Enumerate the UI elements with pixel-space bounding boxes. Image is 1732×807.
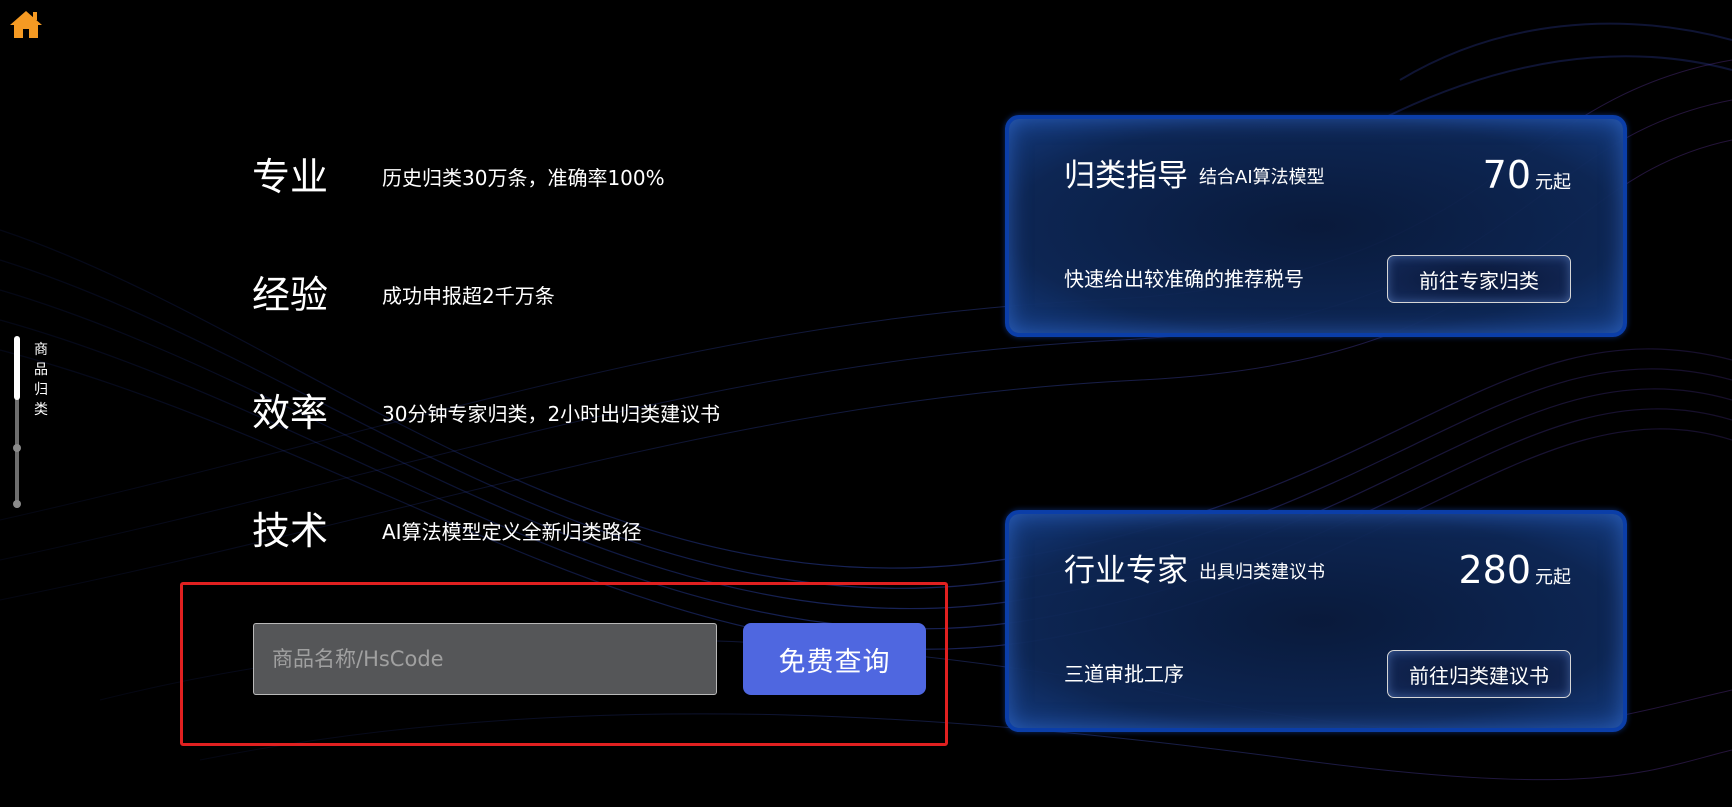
go-classification-report-button[interactable]: 前往归类建议书 [1387, 650, 1571, 698]
feature-desc: 30分钟专家归类，2小时出归类建议书 [382, 402, 721, 426]
page: 商品归类 专业 历史归类30万条，准确率100% 经验 成功申报超2千万条 效率… [0, 0, 1732, 807]
card-subtitle: 出具归类建议书 [1199, 562, 1325, 583]
card-desc: 三道审批工序 [1064, 662, 1184, 686]
card-title: 行业专家 [1064, 553, 1188, 589]
home-icon[interactable] [8, 8, 44, 40]
side-nav-active-indicator [14, 336, 20, 400]
card-classification-guidance: 归类指导 结合AI算法模型 70 元起 快速给出较准确的推荐税号 前往专家归类 [1005, 115, 1627, 337]
card-title: 归类指导 [1064, 158, 1188, 194]
card-price-unit: 元起 [1535, 567, 1571, 588]
feature-title: 专业 [252, 155, 329, 199]
go-expert-classification-button[interactable]: 前往专家归类 [1387, 255, 1571, 303]
side-nav-item-product-classification[interactable]: 商品归类 [32, 340, 50, 420]
card-price-unit: 元起 [1535, 172, 1571, 193]
search-input[interactable] [253, 623, 717, 695]
card-desc: 快速给出较准确的推荐税号 [1064, 267, 1304, 291]
feature-desc: 历史归类30万条，准确率100% [382, 166, 665, 190]
feature-desc: 成功申报超2千万条 [382, 284, 555, 308]
free-query-button[interactable]: 免费查询 [743, 623, 926, 695]
feature-title: 效率 [252, 391, 329, 435]
card-price: 280 元起 [1458, 546, 1571, 594]
side-nav-dot[interactable] [13, 444, 21, 452]
side-nav: 商品归类 [12, 336, 52, 512]
card-industry-expert: 行业专家 出具归类建议书 280 元起 三道审批工序 前往归类建议书 [1005, 510, 1627, 732]
feature-desc: AI算法模型定义全新归类路径 [382, 520, 642, 544]
feature-title: 经验 [252, 273, 329, 317]
side-nav-dot[interactable] [13, 500, 21, 508]
card-price: 70 元起 [1483, 151, 1571, 199]
feature-title: 技术 [252, 509, 329, 553]
card-price-value: 280 [1458, 548, 1531, 592]
card-subtitle: 结合AI算法模型 [1199, 167, 1325, 188]
card-price-value: 70 [1482, 153, 1531, 197]
